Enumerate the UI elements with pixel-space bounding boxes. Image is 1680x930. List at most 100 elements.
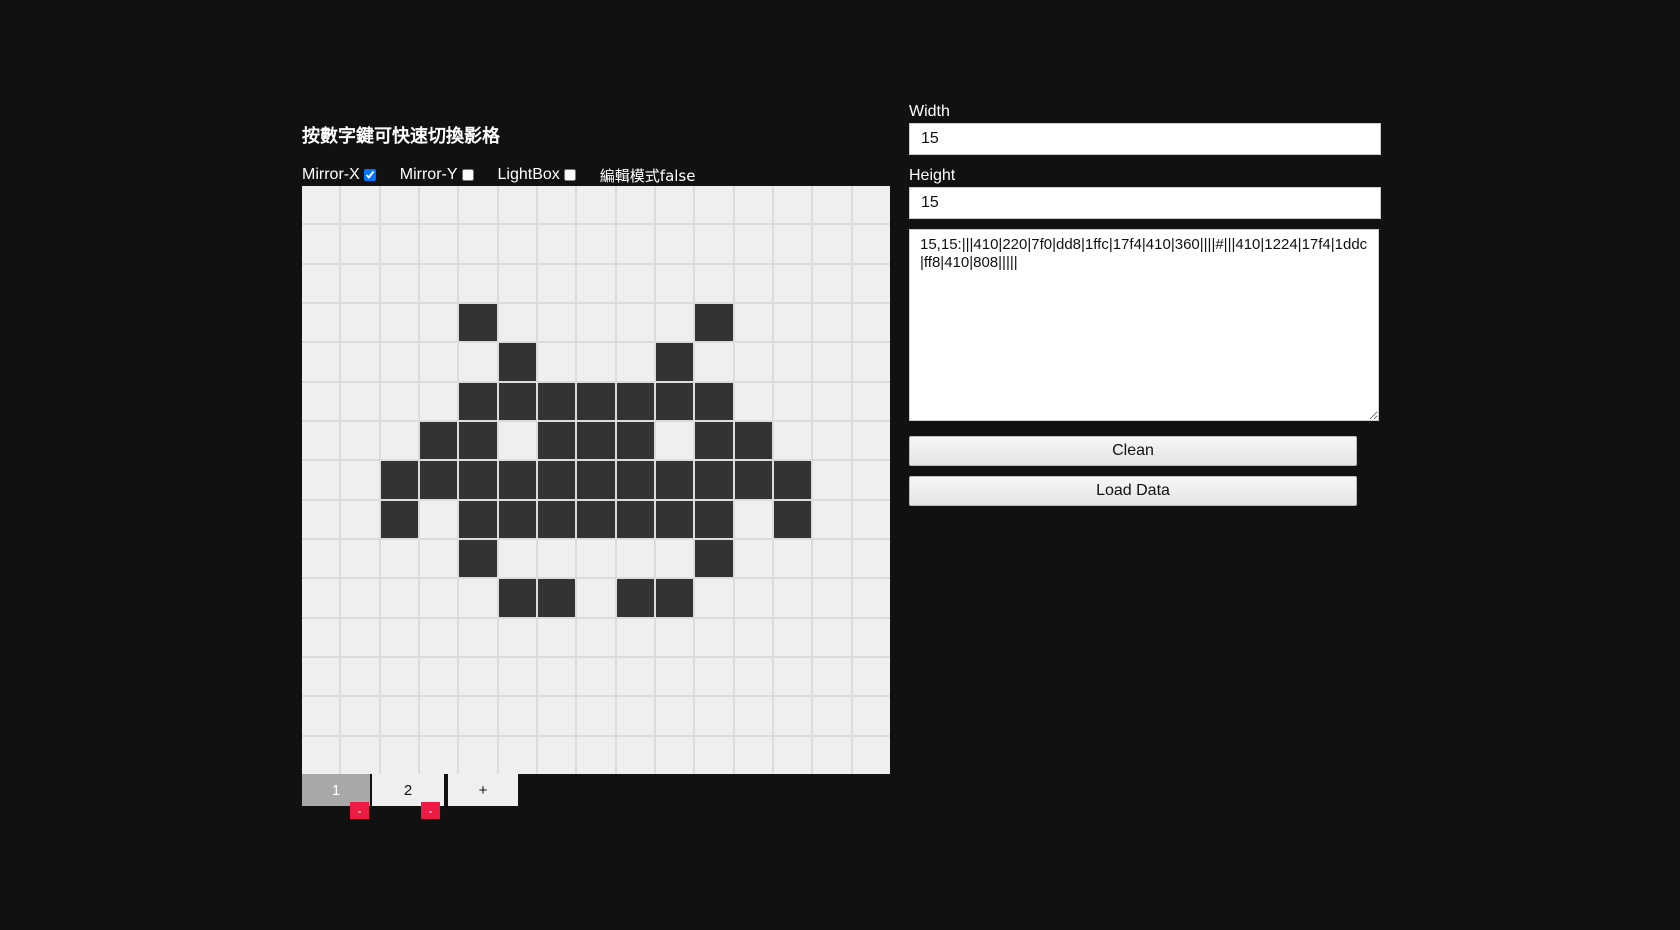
pixel-cell[interactable] (655, 579, 694, 617)
pixel-cell[interactable] (341, 382, 379, 420)
mirror-x-checkbox[interactable] (363, 169, 376, 181)
pixel-cell[interactable] (695, 343, 733, 381)
width-input[interactable] (909, 123, 1381, 155)
mirror-y-option[interactable]: Mirror-Y (400, 166, 474, 184)
pixel-cell[interactable] (616, 657, 654, 696)
pixel-cell[interactable] (537, 500, 576, 538)
pixel-cell[interactable] (852, 618, 890, 656)
pixel-cell[interactable] (655, 186, 694, 224)
pixel-cell[interactable] (577, 421, 615, 460)
pixel-cell[interactable] (852, 539, 890, 578)
pixel-cell[interactable] (852, 264, 890, 302)
pixel-cell[interactable] (695, 579, 733, 617)
pixel-cell[interactable] (341, 461, 379, 499)
pixel-cell[interactable] (380, 421, 418, 460)
pixel-cell[interactable] (655, 736, 694, 774)
pixel-cell[interactable] (459, 539, 497, 578)
pixel-cell[interactable] (380, 343, 418, 381)
pixel-cell[interactable] (813, 186, 851, 224)
pixel-cell[interactable] (302, 539, 340, 578)
pixel-cell[interactable] (655, 500, 694, 538)
pixel-cell[interactable] (773, 343, 812, 381)
pixel-cell[interactable] (577, 303, 615, 342)
pixel-cell[interactable] (419, 697, 458, 735)
pixel-cell[interactable] (852, 382, 890, 420)
pixel-cell[interactable] (773, 461, 812, 499)
pixel-cell[interactable] (577, 539, 615, 578)
pixel-cell[interactable] (498, 382, 536, 420)
pixel-cell[interactable] (852, 697, 890, 735)
pixel-cell[interactable] (852, 461, 890, 499)
pixel-cell[interactable] (459, 736, 497, 774)
pixel-cell[interactable] (302, 579, 340, 617)
pixel-cell[interactable] (577, 225, 615, 263)
mirror-y-checkbox[interactable] (461, 169, 474, 181)
pixel-cell[interactable] (695, 421, 733, 460)
pixel-cell[interactable] (577, 461, 615, 499)
pixel-cell[interactable] (734, 539, 772, 578)
pixel-cell[interactable] (459, 579, 497, 617)
pixel-cell[interactable] (734, 421, 772, 460)
clean-button[interactable]: Clean (909, 436, 1357, 466)
pixel-cell[interactable] (577, 343, 615, 381)
pixel-cell[interactable] (498, 736, 536, 774)
pixel-cell[interactable] (341, 303, 379, 342)
pixel-cell[interactable] (616, 382, 654, 420)
pixel-cell[interactable] (734, 225, 772, 263)
pixel-cell[interactable] (616, 736, 654, 774)
pixel-cell[interactable] (459, 500, 497, 538)
pixel-cell[interactable] (695, 500, 733, 538)
pixel-cell[interactable] (537, 657, 576, 696)
pixel-cell[interactable] (302, 303, 340, 342)
lightbox-option[interactable]: LightBox (498, 166, 576, 184)
pixel-cell[interactable] (537, 697, 576, 735)
pixel-cell[interactable] (616, 697, 654, 735)
pixel-cell[interactable] (498, 657, 536, 696)
pixel-cell[interactable] (498, 579, 536, 617)
lightbox-checkbox[interactable] (563, 169, 576, 181)
pixel-cell[interactable] (459, 657, 497, 696)
pixel-cell[interactable] (341, 657, 379, 696)
pixel-cell[interactable] (616, 421, 654, 460)
pixel-cell[interactable] (302, 382, 340, 420)
pixel-cell[interactable] (459, 264, 497, 302)
pixel-cell[interactable] (616, 343, 654, 381)
pixel-cell[interactable] (813, 539, 851, 578)
pixel-cell[interactable] (380, 461, 418, 499)
pixel-cell[interactable] (380, 697, 418, 735)
pixel-cell[interactable] (302, 343, 340, 381)
pixel-cell[interactable] (419, 186, 458, 224)
pixel-cell[interactable] (616, 461, 654, 499)
pixel-cell[interactable] (734, 618, 772, 656)
pixel-cell[interactable] (852, 303, 890, 342)
pixel-cell[interactable] (695, 736, 733, 774)
pixel-cell[interactable] (655, 461, 694, 499)
pixel-cell[interactable] (459, 303, 497, 342)
pixel-cell[interactable] (813, 303, 851, 342)
pixel-cell[interactable] (616, 303, 654, 342)
data-textarea[interactable]: 15,15:|||410|220|7f0|dd8|1ffc|17f4|410|3… (909, 229, 1379, 421)
pixel-cell[interactable] (577, 186, 615, 224)
pixel-cell[interactable] (459, 382, 497, 420)
pixel-cell[interactable] (498, 539, 536, 578)
pixel-cell[interactable] (773, 697, 812, 735)
pixel-cell[interactable] (577, 736, 615, 774)
pixel-cell[interactable] (419, 303, 458, 342)
add-frame-button[interactable]: + (448, 774, 518, 806)
pixel-cell[interactable] (537, 225, 576, 263)
pixel-cell[interactable] (655, 539, 694, 578)
pixel-cell[interactable] (616, 500, 654, 538)
pixel-cell[interactable] (380, 657, 418, 696)
pixel-cell[interactable] (341, 618, 379, 656)
pixel-cell[interactable] (655, 618, 694, 656)
pixel-cell[interactable] (773, 618, 812, 656)
pixel-cell[interactable] (616, 618, 654, 656)
pixel-cell[interactable] (813, 461, 851, 499)
pixel-cell[interactable] (341, 421, 379, 460)
pixel-cell[interactable] (773, 264, 812, 302)
pixel-cell[interactable] (380, 225, 418, 263)
pixel-cell[interactable] (655, 264, 694, 302)
pixel-cell[interactable] (655, 343, 694, 381)
pixel-cell[interactable] (655, 303, 694, 342)
pixel-cell[interactable] (302, 461, 340, 499)
